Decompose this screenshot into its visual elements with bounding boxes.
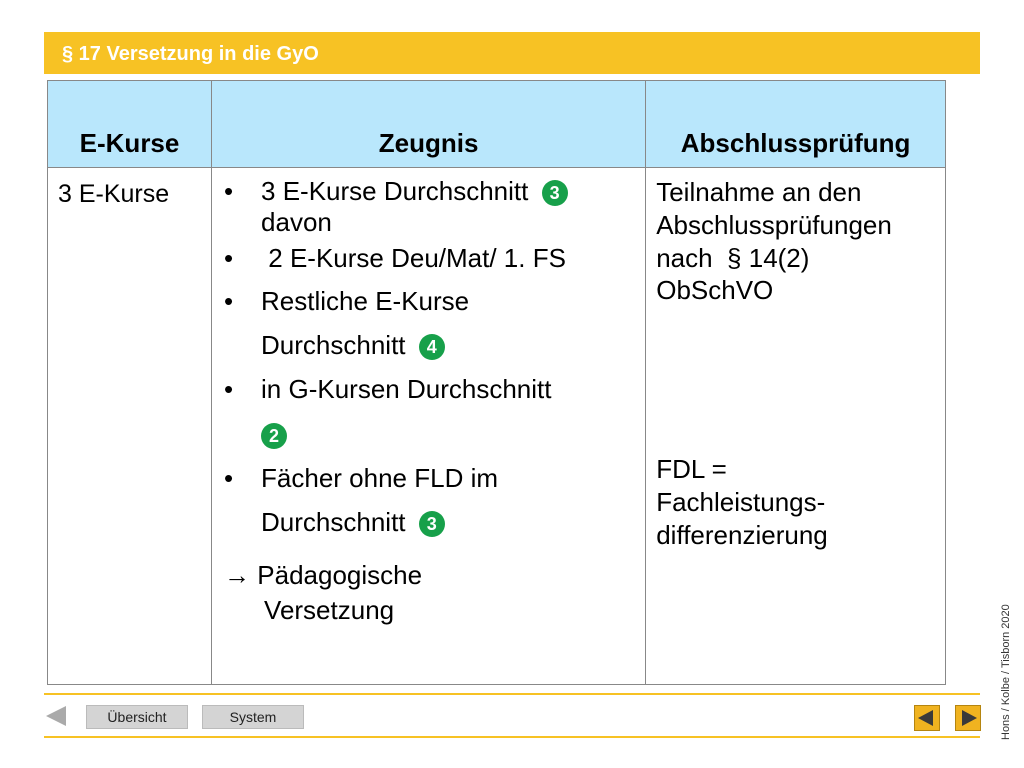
bullet: • [224, 286, 234, 316]
triangle-left-icon [918, 710, 933, 726]
header-zeugnis: Zeugnis [211, 80, 647, 168]
divider [44, 693, 980, 695]
bullet: • [224, 243, 234, 273]
header-abschlusspruefung: Abschlussprüfung [645, 80, 946, 168]
previous-slide-button[interactable] [914, 705, 940, 731]
text-line: FDL = [656, 454, 727, 484]
text-line: differenzierung [656, 519, 828, 550]
cell-zeugnis: • 3 E-Kurse Durchschnitt 3 davon • 2 E-K… [211, 167, 647, 685]
fdl-note: FDL = Fachleistungs- differenzierung [656, 453, 945, 551]
list-item: • 3 E-Kurse Durchschnitt 3 davon [224, 176, 645, 238]
item-text: 3 E-Kurse Durchschnitt [261, 176, 529, 206]
text-line: Abschlussprüfungen [656, 209, 892, 240]
back-arrow-icon[interactable] [46, 706, 66, 726]
item-text: 2 E-Kurse Deu/Mat/ 1. FS [261, 243, 566, 273]
divider [44, 736, 980, 738]
grade-badge: 3 [418, 511, 445, 538]
conclusion-text: Versetzung [264, 595, 395, 626]
item-text: Restliche E-Kurse [261, 286, 470, 316]
conclusion: → Pädagogische Versetzung [224, 558, 645, 628]
cell-e-kurse: 3 E-Kurse [46, 167, 213, 685]
zeugnis-list: • 3 E-Kurse Durchschnitt 3 davon • 2 E-K… [224, 176, 645, 544]
page-title: § 17 Versetzung in die GyO [62, 43, 319, 65]
item-text: Fächer ohne FLD im [261, 462, 499, 493]
text-line: Fachleistungs- [656, 486, 826, 517]
triangle-right-icon [962, 710, 977, 726]
item-text: Durchschnitt [261, 330, 406, 361]
item-text: in G-Kursen Durchschnitt [261, 374, 552, 405]
list-item: • in G-Kursen Durchschnitt 2 [224, 367, 645, 455]
grade-badge: 2 [261, 422, 288, 449]
bullet: • [224, 462, 234, 493]
text-line: ObSchVO [656, 275, 774, 306]
next-slide-button[interactable] [955, 705, 981, 731]
arrow-icon: → [224, 560, 251, 591]
bullet: • [224, 176, 234, 206]
list-item: • Fächer ohne FLD im Durchschnitt 3 [224, 456, 645, 544]
overview-button[interactable]: Übersicht [86, 705, 188, 729]
header-e-kurse: E-Kurse [46, 80, 213, 168]
versetzung-table: E-Kurse Zeugnis Abschlussprüfung 3 E-Kur… [46, 80, 946, 685]
item-text: davon [261, 207, 332, 237]
copyright-text: Hons / Kolbe / Tisborn 2020 [1000, 604, 1012, 740]
system-button[interactable]: System [202, 705, 304, 729]
list-item: • Restliche E-Kurse Durchschnitt 4 [224, 279, 645, 367]
bullet: • [224, 374, 234, 405]
item-text: Durchschnitt [261, 506, 406, 537]
list-item: • 2 E-Kurse Deu/Mat/ 1. FS [224, 243, 645, 274]
grade-badge: 3 [541, 180, 568, 207]
cell-abschlusspruefung: Teilnahme an den Abschlussprüfungen nach… [645, 167, 946, 685]
text-line: nach § 14(2) [656, 242, 810, 273]
grade-badge: 4 [418, 334, 445, 361]
text-line: Teilnahme an den [656, 177, 862, 207]
title-bar: § 17 Versetzung in die GyO [44, 32, 980, 74]
exam-text: Teilnahme an den Abschlussprüfungen nach… [656, 176, 945, 307]
conclusion-text: Pädagogische [257, 560, 423, 591]
